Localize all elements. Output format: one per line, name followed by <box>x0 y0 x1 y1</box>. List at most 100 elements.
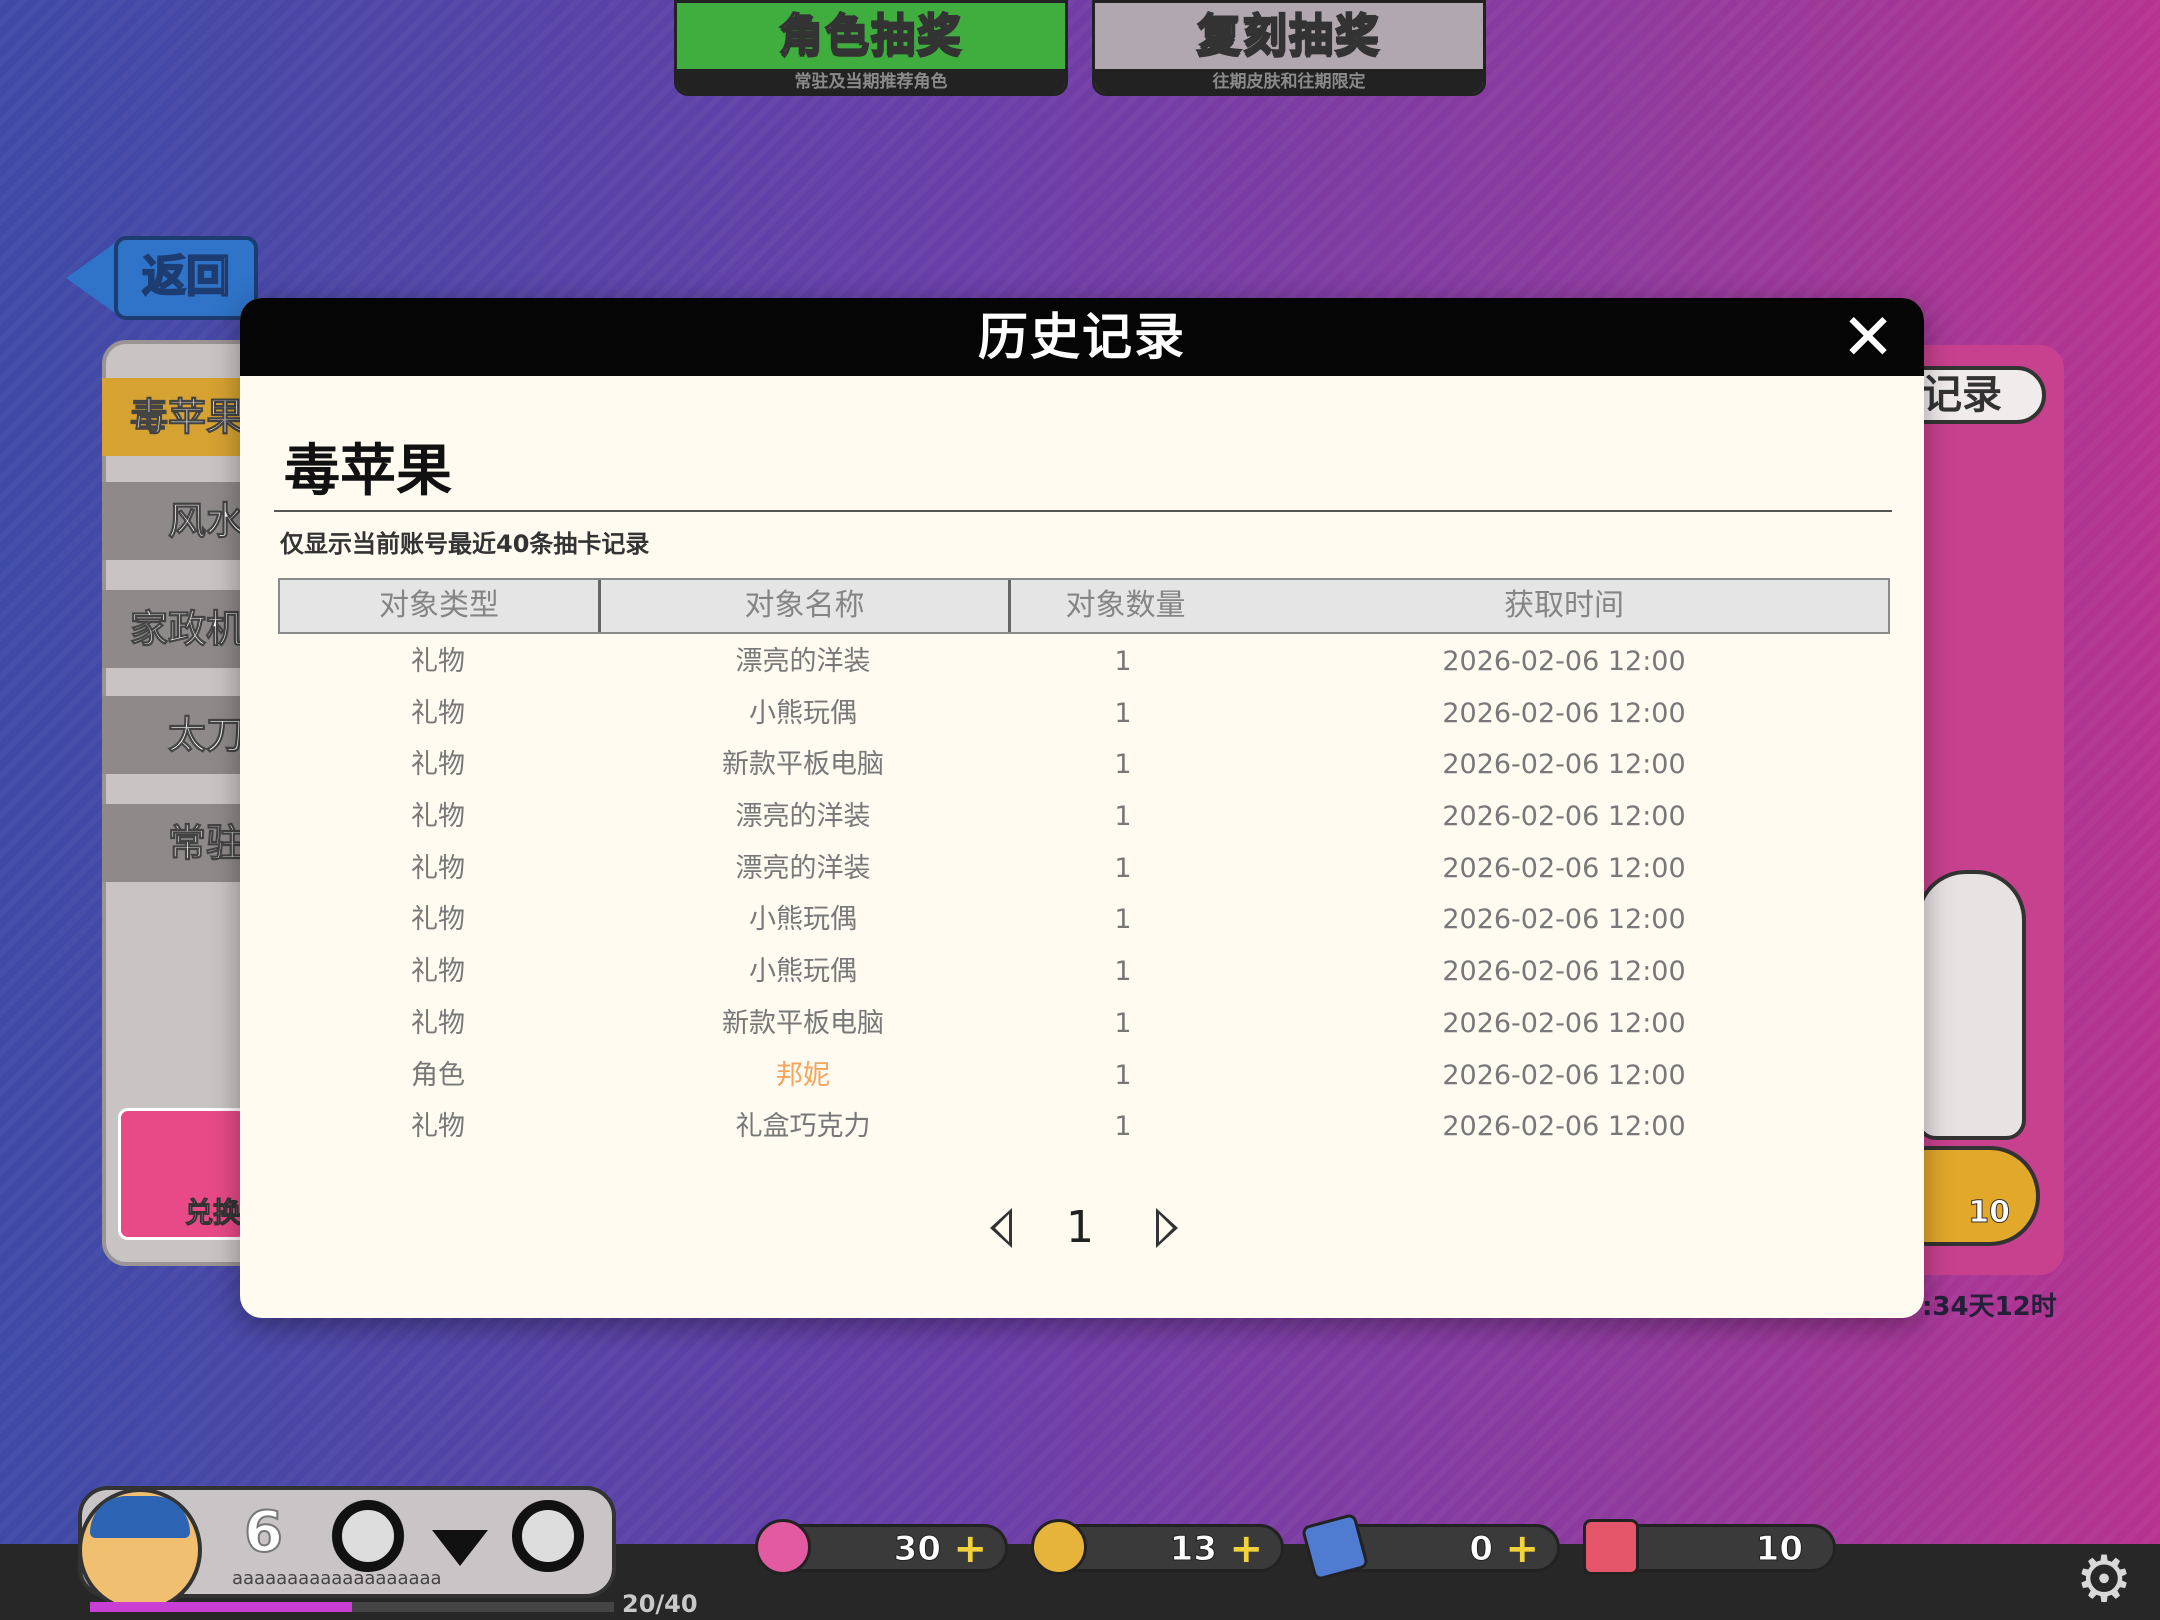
column-header-qty: 对象数量 <box>1065 588 1186 623</box>
pagination: 1 <box>240 1198 1924 1258</box>
avatar[interactable] <box>78 1488 202 1612</box>
pool-item-standard[interactable]: 常驻 <box>102 804 252 882</box>
player-name: aaaaaaaaaaaaaaaaaaa <box>232 1568 442 1589</box>
table-row: 礼物 漂亮的洋装 1 2026-02-06 12:00 <box>278 636 1890 688</box>
resource-gem[interactable]: 30 + <box>755 1519 1008 1575</box>
ring-icon <box>512 1500 584 1572</box>
back-button-label: 返回 <box>114 236 258 320</box>
gold-disc-icon <box>1031 1519 1087 1575</box>
cell-name: 漂亮的洋装 <box>735 852 871 884</box>
divider <box>274 510 1892 512</box>
history-modal: 历史记录 ✕ 毒苹果 仅显示当前账号最近40条抽卡记录 对象类型 对象名称 对象… <box>240 298 1924 1318</box>
cell-name: 小熊玩偶 <box>749 697 857 729</box>
cell-time: 2026-02-06 12:00 <box>1442 749 1686 781</box>
cell-type: 礼物 <box>411 1007 465 1039</box>
cell-qty: 1 <box>1114 749 1132 781</box>
pool-name: 毒苹果 <box>284 439 452 504</box>
add-icon[interactable]: + <box>1229 1527 1263 1571</box>
cell-time: 2026-02-06 12:00 <box>1442 956 1686 988</box>
cell-qty: 1 <box>1114 1007 1132 1039</box>
triangle-icon <box>432 1530 488 1566</box>
add-icon[interactable]: + <box>953 1527 987 1571</box>
history-table-body: 礼物 漂亮的洋装 1 2026-02-06 12:00 礼物 小熊玩偶 1 2026-02-0… <box>278 636 1890 1153</box>
modal-title: 历史记录 <box>978 308 1186 366</box>
cell-type: 礼物 <box>411 801 465 833</box>
gift-pack-icon <box>1583 1519 1639 1575</box>
cell-time: 2026-02-06 12:00 <box>1442 904 1686 936</box>
modal-header: 历史记录 ✕ <box>240 298 1924 376</box>
xp-text: 20/40 <box>622 1590 698 1618</box>
tab-character-gacha-label: 角色抽奖 <box>778 9 963 62</box>
resource-value: 13 <box>1169 1529 1217 1570</box>
table-row: 礼物 礼盒巧克力 1 2026-02-06 12:00 <box>278 1101 1890 1153</box>
cell-qty: 1 <box>1114 904 1132 936</box>
cell-qty: 1 <box>1114 1111 1132 1143</box>
cell-time: 2026-02-06 12:00 <box>1442 801 1686 833</box>
tab-rerun-gacha[interactable]: 复刻抽奖 往期皮肤和往期限定 <box>1092 0 1486 96</box>
table-row: 礼物 小熊玩偶 1 2026-02-06 12:00 <box>278 688 1890 740</box>
xp-bar-fill <box>90 1602 352 1612</box>
cell-type: 礼物 <box>411 956 465 988</box>
pool-item-fengshui[interactable]: 风水 <box>102 482 252 560</box>
table-row: 礼物 新款平板电脑 1 2026-02-06 12:00 <box>278 739 1890 791</box>
close-icon[interactable]: ✕ <box>1838 306 1898 370</box>
resource-card[interactable]: 0 + <box>1300 1512 1560 1582</box>
table-row: 角色 邦妮 1 2026-02-06 12:00 <box>278 1050 1890 1102</box>
next-page-icon[interactable] <box>1156 1208 1178 1248</box>
pool-item-poison-apple[interactable]: 毒苹果 <box>102 378 252 456</box>
cell-type: 礼物 <box>411 852 465 884</box>
cell-name: 礼盒巧克力 <box>735 1111 871 1143</box>
cell-type: 角色 <box>411 1059 465 1091</box>
table-row: 礼物 小熊玩偶 1 2026-02-06 12:00 <box>278 946 1890 998</box>
cell-time: 2026-02-06 12:00 <box>1442 1007 1686 1039</box>
cell-name: 小熊玩偶 <box>749 904 857 936</box>
resource-value: 30 <box>893 1529 941 1570</box>
pool-item-tachi[interactable]: 太刀 <box>102 696 252 774</box>
exchange-button[interactable]: 兑换 <box>118 1108 248 1240</box>
resource-gold[interactable]: 13 + <box>1031 1519 1284 1575</box>
cell-time: 2026-02-06 12:00 <box>1442 646 1686 677</box>
cell-type: 礼物 <box>411 1111 465 1143</box>
table-header: 对象类型 对象名称 对象数量 获取时间 <box>278 578 1890 634</box>
resource-pack[interactable]: 10 <box>1583 1519 1836 1575</box>
ten-pull-count: 10 <box>1968 1195 2011 1231</box>
cell-qty: 1 <box>1114 646 1132 677</box>
table-row: 礼物 漂亮的洋装 1 2026-02-06 12:00 <box>278 791 1890 843</box>
column-header-type: 对象类型 <box>379 588 499 623</box>
xp-bar <box>90 1602 614 1612</box>
cell-qty: 1 <box>1114 1059 1132 1091</box>
gear-icon[interactable]: ⚙ <box>2072 1548 2136 1612</box>
cell-time: 2026-02-06 12:00 <box>1442 697 1686 729</box>
cell-type: 礼物 <box>411 749 465 781</box>
cell-qty: 1 <box>1114 697 1132 729</box>
tab-rerun-gacha-label: 复刻抽奖 <box>1196 9 1381 62</box>
cell-qty: 1 <box>1114 801 1132 833</box>
cell-name: 漂亮的洋装 <box>735 646 871 677</box>
cell-name: 漂亮的洋装 <box>735 801 871 833</box>
exchange-label: 兑换 <box>184 1196 241 1230</box>
pool-item-housekeeper[interactable]: 家政机 <box>102 590 252 668</box>
player-level: 6 <box>243 1499 284 1566</box>
cell-type: 礼物 <box>411 646 465 677</box>
gem-disc-icon <box>755 1519 811 1575</box>
table-row: 礼物 小熊玩偶 1 2026-02-06 12:00 <box>278 894 1890 946</box>
page-number: 1 <box>1066 1202 1094 1253</box>
cell-name: 邦妮 <box>776 1059 830 1091</box>
cell-name: 新款平板电脑 <box>722 1007 884 1039</box>
cell-qty: 1 <box>1114 852 1132 884</box>
character-illustration <box>1916 870 2026 1140</box>
column-header-name: 对象名称 <box>744 588 865 623</box>
cell-time: 2026-02-06 12:00 <box>1442 852 1686 884</box>
add-icon[interactable]: + <box>1505 1527 1539 1571</box>
tab-character-gacha[interactable]: 角色抽奖 常驻及当期推荐角色 <box>674 0 1068 96</box>
tab-character-gacha-sub: 常驻及当期推荐角色 <box>677 69 1065 93</box>
back-button[interactable]: 返回 <box>66 232 262 324</box>
tab-rerun-gacha-sub: 往期皮肤和往期限定 <box>1095 69 1483 93</box>
cell-time: 2026-02-06 12:00 <box>1442 1111 1686 1143</box>
ten-pull-button[interactable]: 10 <box>1910 1146 2040 1246</box>
resource-value: 0 <box>1469 1529 1494 1570</box>
record-limit-notice: 仅显示当前账号最近40条抽卡记录 <box>280 530 650 558</box>
cell-name: 新款平板电脑 <box>722 749 884 781</box>
cell-qty: 1 <box>1114 956 1132 988</box>
prev-page-icon[interactable] <box>990 1208 1012 1248</box>
